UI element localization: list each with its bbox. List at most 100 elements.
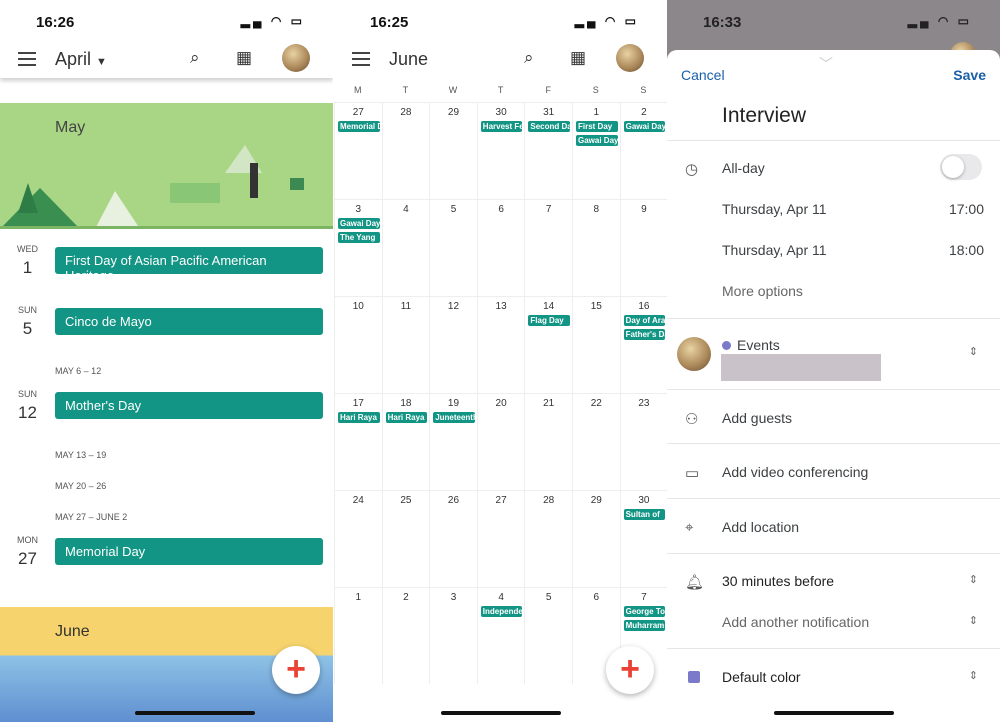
calendar-color-dot xyxy=(722,341,731,350)
weekday-header: S xyxy=(640,85,647,95)
day-cell[interactable]: 3 Gawai Day The Yang xyxy=(334,199,382,296)
bell-icon: 🔔︎ xyxy=(685,574,705,591)
schedule-view: 16:26 ▂▄ ◠ ▭ April ▼ ⌕ ▦ May WED 1 First Da… xyxy=(0,0,333,722)
day-cell[interactable]: 22 xyxy=(572,393,620,490)
event-chip[interactable]: Harvest Festival xyxy=(480,121,523,132)
updown-icon: ⇕ xyxy=(968,670,978,682)
event-chip[interactable]: George Town xyxy=(623,606,666,617)
event-chip[interactable]: Sultan of xyxy=(623,509,666,520)
home-indicator xyxy=(774,711,894,715)
weekday-header: T xyxy=(402,85,409,95)
event-chip[interactable]: The Yang xyxy=(338,232,380,243)
create-event-button[interactable]: + xyxy=(606,646,654,694)
day-cell[interactable]: 4 xyxy=(381,199,430,296)
event-chip[interactable]: Second Day xyxy=(528,121,570,132)
search-icon[interactable]: ⌕ xyxy=(190,48,200,68)
status-bar: 16:25 ▂▄ ◠ ▭ xyxy=(370,14,639,31)
title-input[interactable]: Interview xyxy=(722,104,806,128)
day-cell[interactable]: 25 xyxy=(381,490,430,587)
event-chip[interactable]: Cinco de Mayo xyxy=(55,308,323,335)
menu-icon[interactable] xyxy=(352,52,370,66)
day-cell[interactable]: 31Second Day xyxy=(524,102,572,199)
day-label: SUN 5 xyxy=(17,305,37,338)
day-cell[interactable]: 6 xyxy=(476,199,525,296)
day-cell[interactable]: 30 Sultan of xyxy=(619,490,667,587)
event-chip[interactable]: Gawai Day xyxy=(623,121,666,132)
event-chip[interactable]: Mother's Day xyxy=(55,392,323,419)
event-chip[interactable]: Gawai Day xyxy=(576,135,618,146)
drag-handle-icon[interactable]: ﹀ xyxy=(819,54,833,74)
day-cell[interactable]: 3 xyxy=(429,587,477,684)
weekday-header: F xyxy=(545,85,551,95)
color-swatch xyxy=(688,671,700,683)
day-cell[interactable]: 8 xyxy=(572,199,620,296)
avatar[interactable] xyxy=(282,44,310,72)
event-chip[interactable]: Memorial Day xyxy=(338,121,380,132)
people-icon: ⚇ xyxy=(685,411,699,428)
day-cell[interactable]: 17 Hari Raya xyxy=(334,393,382,490)
day-cell[interactable]: 10 xyxy=(334,296,382,393)
day-label: MON 27 xyxy=(17,535,38,568)
day-cell[interactable]: 7 xyxy=(524,199,572,296)
day-cell[interactable]: 27 xyxy=(476,490,525,587)
day-cell[interactable]: 1 xyxy=(334,587,382,684)
day-cell[interactable]: 9 xyxy=(619,199,667,296)
event-chip[interactable]: Juneteenth xyxy=(433,412,475,423)
day-cell[interactable]: 5 xyxy=(524,587,572,684)
day-cell[interactable]: 27Memorial Day xyxy=(334,102,382,199)
day-cell[interactable]: 16Day of ArafatFather's Day xyxy=(619,296,667,393)
calendar-icon[interactable]: ▦ xyxy=(236,48,252,68)
day-cell[interactable]: 24 xyxy=(334,490,382,587)
day-cell[interactable]: 29 xyxy=(572,490,620,587)
day-cell[interactable]: 20 xyxy=(476,393,525,490)
day-cell[interactable]: 28 xyxy=(524,490,572,587)
save-button[interactable]: Save xyxy=(953,67,986,83)
avatar[interactable] xyxy=(616,44,644,72)
week-range-label: MAY 13 – 19 xyxy=(55,450,107,460)
create-event-button[interactable]: + xyxy=(272,646,320,694)
event-chip[interactable]: Hari Raya xyxy=(385,412,428,423)
event-chip[interactable]: Hari Raya xyxy=(338,412,380,423)
month-selector[interactable]: June xyxy=(389,49,428,70)
day-cell[interactable]: 2 Gawai Day xyxy=(619,102,667,199)
day-cell[interactable]: 5 xyxy=(429,199,477,296)
day-cell[interactable]: 26 xyxy=(429,490,477,587)
day-cell[interactable]: 30Harvest Festival xyxy=(476,102,525,199)
event-chip[interactable]: Memorial Day xyxy=(55,538,323,565)
month-selector[interactable]: April ▼ xyxy=(55,49,107,70)
event-chip[interactable]: Gawai Day xyxy=(338,218,380,229)
updown-icon: ⇕ xyxy=(968,574,978,586)
day-cell[interactable]: 12 xyxy=(429,296,477,393)
day-cell[interactable]: 19 Juneteenth xyxy=(429,393,477,490)
day-cell[interactable]: 21 xyxy=(524,393,572,490)
week-range-label: MAY 20 – 26 xyxy=(55,481,107,491)
day-cell[interactable]: 2 xyxy=(381,587,430,684)
event-chip[interactable]: Muharram xyxy=(623,620,666,631)
event-chip[interactable]: First Day of Asian Pacific American Heri… xyxy=(55,247,323,283)
day-cell[interactable]: 23 xyxy=(619,393,667,490)
event-chip[interactable]: First Day xyxy=(576,121,618,132)
day-cell[interactable]: 29 xyxy=(429,102,477,199)
all-day-toggle[interactable] xyxy=(940,154,982,180)
day-cell[interactable]: 15 xyxy=(572,296,620,393)
home-indicator xyxy=(135,711,255,715)
video-icon: ▭ xyxy=(685,465,700,482)
search-icon[interactable]: ⌕ xyxy=(524,48,534,68)
clock-icon: ◷ xyxy=(685,161,699,178)
cancel-button[interactable]: Cancel xyxy=(681,67,725,83)
event-chip[interactable]: Independence Day xyxy=(480,606,523,617)
event-chip[interactable]: Father's Day xyxy=(623,329,666,340)
updown-icon: ⇕ xyxy=(968,615,978,627)
event-chip[interactable]: Flag Day xyxy=(528,315,570,326)
day-cell[interactable]: 18 Hari Raya xyxy=(381,393,430,490)
redacted-account xyxy=(721,354,881,381)
calendar-icon[interactable]: ▦ xyxy=(570,48,586,68)
event-chip[interactable]: Day of Arafat xyxy=(623,315,666,326)
day-cell[interactable]: 13 xyxy=(476,296,525,393)
menu-icon[interactable] xyxy=(18,52,36,66)
day-cell[interactable]: 4Independence Day xyxy=(476,587,525,684)
day-cell[interactable]: 1 First Day Gawai Day xyxy=(572,102,620,199)
day-cell[interactable]: 28 xyxy=(381,102,430,199)
day-cell[interactable]: 14 Flag Day xyxy=(524,296,572,393)
day-cell[interactable]: 11 xyxy=(381,296,430,393)
